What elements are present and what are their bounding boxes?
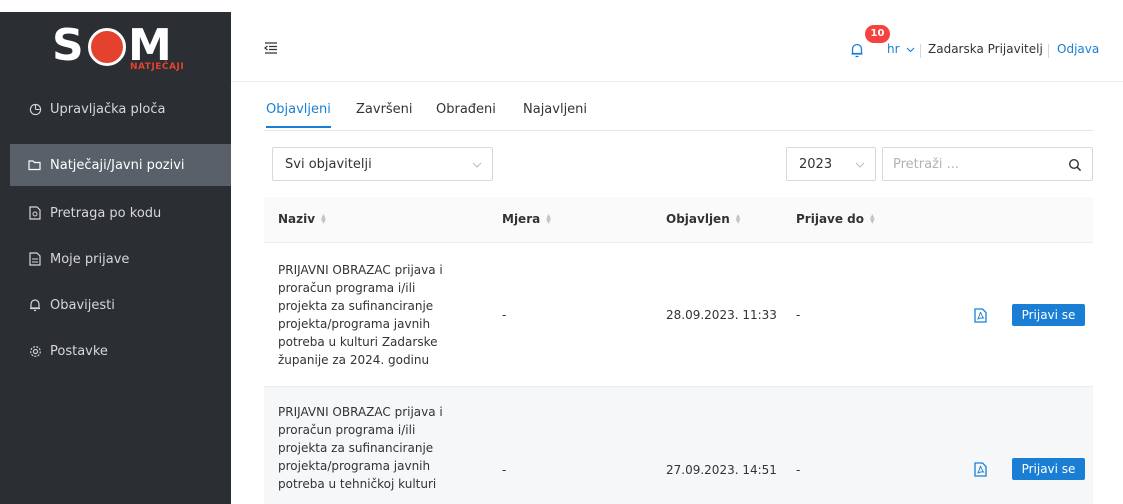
sort-icon[interactable]: ▲ ▼ bbox=[546, 214, 551, 225]
header-divider bbox=[1048, 44, 1049, 58]
tender-name-line: PRIJAVNI OBRAZAC prijava i bbox=[278, 263, 443, 277]
dashboard-icon bbox=[28, 102, 42, 116]
tender-name-line: projekta/programa javnih bbox=[278, 459, 431, 473]
column-label: Mjera bbox=[502, 212, 541, 226]
chevron-down-icon bbox=[906, 47, 915, 53]
tender-name-line: potreba u kulturi Zadarske bbox=[278, 335, 438, 349]
sidebar-item-label: Pretraga po kodu bbox=[50, 205, 162, 221]
status-tabs: Objavljeni Završeni Obrađeni Najavljeni bbox=[264, 98, 1093, 131]
year-select[interactable]: 2023 bbox=[786, 147, 876, 181]
gear-icon bbox=[28, 344, 42, 358]
sidebar-item-label: Moje prijave bbox=[50, 251, 130, 267]
tender-name-line: proračun programa i/ili bbox=[278, 423, 416, 437]
chevron-down-icon bbox=[472, 162, 482, 168]
tab-processed[interactable]: Obrađeni bbox=[436, 102, 496, 126]
column-header-name[interactable]: Naziv ▲ ▼ bbox=[278, 212, 326, 226]
apply-button[interactable]: Prijavi se bbox=[1012, 304, 1085, 326]
top-bar: 10 hr Zadarska Prijavitelj Odjava bbox=[231, 12, 1123, 82]
tender-name: PRIJAVNI OBRAZAC prijava i proračun prog… bbox=[278, 403, 488, 493]
logout-link[interactable]: Odjava bbox=[1057, 42, 1099, 56]
username: Zadarska Prijavitelj bbox=[928, 42, 1043, 56]
tender-name: PRIJAVNI OBRAZAC prijava i proračun prog… bbox=[278, 261, 488, 369]
logo-subtitle: NATJEČAJI bbox=[130, 62, 185, 72]
column-label: Prijave do bbox=[796, 212, 865, 226]
pdf-icon[interactable] bbox=[974, 462, 990, 478]
deadline-value: - bbox=[796, 308, 801, 322]
table-row: PRIJAVNI OBRAZAC prijava i proračun prog… bbox=[264, 387, 1093, 504]
sort-icon[interactable]: ▲ ▼ bbox=[736, 214, 741, 225]
column-header-measure[interactable]: Mjera ▲ ▼ bbox=[502, 212, 551, 226]
document-icon bbox=[28, 252, 42, 266]
sidebar-item-notifications[interactable]: Obavijesti bbox=[0, 284, 231, 326]
deadline-value: - bbox=[796, 463, 801, 477]
tender-name-line: potreba u tehničkoj kulturi bbox=[278, 477, 437, 491]
column-header-deadline[interactable]: Prijave do ▲ ▼ bbox=[796, 212, 875, 226]
logo-letter-s: S bbox=[52, 20, 84, 71]
column-header-published[interactable]: Objavljen ▲ ▼ bbox=[666, 212, 740, 226]
tender-name-line: projekta/programa javnih bbox=[278, 317, 431, 331]
tab-announced[interactable]: Najavljeni bbox=[523, 102, 587, 126]
language-selector[interactable]: hr bbox=[887, 42, 915, 56]
sidebar-item-label: Upravljačka ploča bbox=[50, 101, 166, 117]
table-header: Naziv ▲ ▼ Mjera ▲ ▼ Objavljen ▲ ▼ Prijave d… bbox=[264, 197, 1093, 243]
sidebar-item-tenders[interactable]: Natječaji/Javni pozivi bbox=[10, 144, 231, 186]
language-label: hr bbox=[887, 42, 900, 56]
year-select-value: 2023 bbox=[799, 156, 833, 172]
logo[interactable]: S M NATJEČAJI bbox=[52, 20, 192, 72]
header-divider bbox=[920, 44, 921, 58]
tender-name-line: proračun programa i/ili bbox=[278, 281, 416, 295]
search-input[interactable] bbox=[893, 148, 1058, 180]
sidebar-item-my-applications[interactable]: Moje prijave bbox=[0, 238, 231, 280]
search-icon[interactable] bbox=[1068, 157, 1082, 176]
bell-icon bbox=[28, 298, 42, 312]
folder-icon bbox=[28, 158, 42, 172]
published-date: 28.09.2023. 11:33 bbox=[666, 308, 777, 322]
sort-icon[interactable]: ▲ ▼ bbox=[321, 214, 326, 225]
notifications-bell-icon[interactable] bbox=[850, 42, 866, 58]
sidebar-item-label: Obavijesti bbox=[50, 297, 115, 313]
tab-published[interactable]: Objavljeni bbox=[266, 102, 331, 128]
published-date: 27.09.2023. 14:51 bbox=[666, 463, 777, 477]
menu-collapse-icon[interactable] bbox=[264, 39, 278, 58]
sort-icon[interactable]: ▲ ▼ bbox=[870, 214, 875, 225]
sidebar-item-code-search[interactable]: Pretraga po kodu bbox=[0, 192, 231, 234]
tender-name-line: projekta za sufinanciranje bbox=[278, 299, 434, 313]
sidebar-item-dashboard[interactable]: Upravljačka ploča bbox=[0, 88, 231, 130]
publisher-select[interactable]: Svi objavitelji bbox=[272, 147, 493, 181]
sidebar-item-settings[interactable]: Postavke bbox=[0, 330, 231, 372]
sidebar: S M NATJEČAJI Upravljačka ploča Natječaj… bbox=[0, 12, 231, 504]
sidebar-item-label: Natječaji/Javni pozivi bbox=[50, 157, 185, 173]
table-row: PRIJAVNI OBRAZAC prijava i proračun prog… bbox=[264, 244, 1093, 387]
tab-finished[interactable]: Završeni bbox=[356, 102, 413, 126]
search-box bbox=[882, 147, 1093, 181]
file-search-icon bbox=[28, 206, 42, 220]
logo-emblem bbox=[88, 28, 126, 66]
column-label: Naziv bbox=[278, 212, 316, 226]
sidebar-item-label: Postavke bbox=[50, 343, 108, 359]
chevron-down-icon bbox=[855, 162, 865, 168]
column-label: Objavljen bbox=[666, 212, 730, 226]
tender-name-line: projekta za sufinanciranje bbox=[278, 441, 434, 455]
publisher-select-value: Svi objavitelji bbox=[285, 156, 372, 172]
measure-value: - bbox=[502, 308, 507, 322]
notification-count-badge: 10 bbox=[865, 25, 890, 43]
tender-name-line: županije za 2024. godinu bbox=[278, 353, 430, 367]
tender-name-line: PRIJAVNI OBRAZAC prijava i bbox=[278, 405, 443, 419]
pdf-icon[interactable] bbox=[974, 308, 990, 324]
measure-value: - bbox=[502, 463, 507, 477]
apply-button[interactable]: Prijavi se bbox=[1012, 458, 1085, 480]
